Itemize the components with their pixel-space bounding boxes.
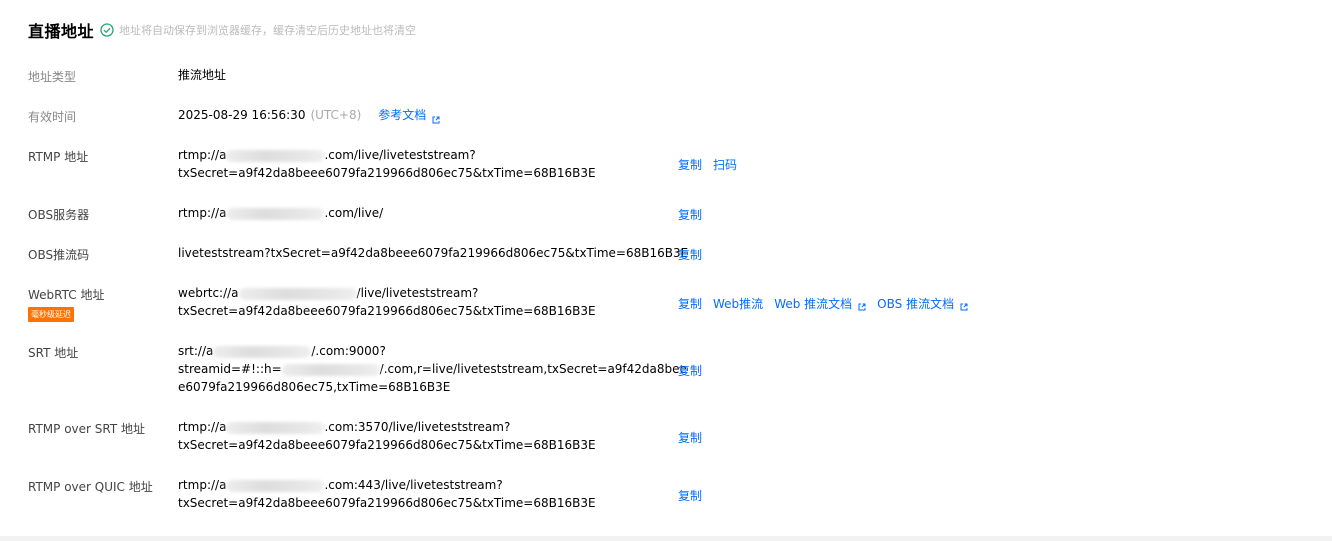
- webrtc-line2: txSecret=a9f42da8beee6079fa219966d806ec7…: [178, 304, 596, 318]
- srt-line2-suffix: /.com,r=live/liveteststream,txSecret=a9f…: [379, 362, 687, 376]
- rtmp-over-srt-label: RTMP over SRT 地址: [28, 422, 146, 436]
- rtmp-over-quic-actions: 复制: [678, 487, 713, 504]
- rtmp-value: rtmp://a .com/live/liveteststream? txSecr…: [178, 146, 596, 182]
- rtmp-over-srt-copy-button[interactable]: 复制: [678, 429, 702, 446]
- redacted-host: [226, 207, 325, 220]
- rtmp-over-quic-copy-button[interactable]: 复制: [678, 487, 702, 504]
- srt-line1-suffix: /.com:9000?: [311, 344, 386, 358]
- rtmp-over-srt-line2: txSecret=a9f42da8beee6079fa219966d806ec7…: [178, 438, 596, 452]
- web-push-doc-label: Web 推流文档: [774, 297, 853, 311]
- external-link-icon: [858, 300, 866, 310]
- obs-key-actions: 复制: [678, 246, 713, 263]
- obs-server-label: OBS服务器: [28, 208, 90, 222]
- webrtc-line1-suffix: /live/liveteststream?: [356, 286, 479, 300]
- rtmp-label: RTMP 地址: [28, 150, 89, 164]
- obs-server-suffix: .com/live/: [324, 206, 384, 220]
- address-type-label: 地址类型: [28, 70, 77, 84]
- redacted-host: [226, 479, 325, 492]
- web-push-button[interactable]: Web推流: [713, 295, 763, 312]
- obs-key-copy-button[interactable]: 复制: [678, 246, 702, 263]
- rtmp-over-quic-label: RTMP over QUIC 地址: [28, 480, 153, 494]
- web-push-doc-link[interactable]: Web 推流文档: [774, 295, 866, 312]
- obs-server-value: rtmp://a .com/live/: [178, 204, 383, 222]
- obs-push-doc-link[interactable]: OBS 推流文档: [877, 295, 968, 312]
- rtmp-line1-suffix: .com/live/liveteststream?: [324, 148, 476, 162]
- srt-line1-prefix: srt://a: [178, 344, 214, 358]
- address-type-value: 推流地址: [178, 68, 227, 82]
- rtmp-actions: 复制 扫码: [678, 156, 748, 173]
- bottom-divider: [0, 536, 1332, 541]
- obs-server-prefix: rtmp://a: [178, 206, 227, 220]
- header-hint: 地址将自动保存到浏览器缓存，缓存清空后历史地址也将清空: [119, 24, 417, 37]
- webrtc-label: WebRTC 地址: [28, 288, 105, 302]
- check-circle-icon: [100, 23, 114, 37]
- redacted-host: [238, 287, 357, 300]
- rtmp-over-srt-actions: 复制: [678, 429, 713, 446]
- rtmp-line1-prefix: rtmp://a: [178, 148, 227, 162]
- webrtc-copy-button[interactable]: 复制: [678, 295, 702, 312]
- timezone-label: (UTC+8): [310, 108, 362, 122]
- reference-doc-link[interactable]: 参考文档: [378, 106, 440, 124]
- srt-line2-prefix: streamid=#!::h=: [178, 362, 282, 376]
- redacted-host: [213, 345, 312, 358]
- rtmp-over-quic-value: rtmp://a .com:443/live/liveteststream? tx…: [178, 476, 596, 512]
- rtmp-over-srt-line1-suffix: .com:3570/live/liveteststream?: [324, 420, 511, 434]
- page-title: 直播地址: [28, 22, 95, 41]
- rtmp-over-quic-line1-suffix: .com:443/live/liveteststream?: [324, 478, 503, 492]
- valid-time-value: 2025-08-29 16:56:30: [178, 108, 306, 122]
- redacted-host: [226, 149, 325, 162]
- webrtc-value: webrtc://a/live/liveteststream? txSecret…: [178, 284, 596, 320]
- srt-label: SRT 地址: [28, 346, 79, 360]
- valid-time-label: 有效时间: [28, 110, 77, 124]
- rtmp-over-quic-line2: txSecret=a9f42da8beee6079fa219966d806ec7…: [178, 496, 596, 510]
- rtmp-over-srt-value: rtmp://a .com:3570/live/liveteststream? t…: [178, 418, 596, 454]
- live-address-panel: 直播地址 地址将自动保存到浏览器缓存，缓存清空后历史地址也将清空 地址类型 推流…: [0, 0, 1332, 541]
- redacted-host: [226, 421, 325, 434]
- obs-key-value: liveteststream?txSecret=a9f42da8beee6079…: [178, 246, 689, 260]
- srt-line3: e6079fa219966d806ec75,txTime=68B16B3E: [178, 380, 451, 394]
- rtmp-line2: txSecret=a9f42da8beee6079fa219966d806ec7…: [178, 166, 596, 180]
- obs-server-copy-button[interactable]: 复制: [678, 206, 702, 223]
- rtmp-over-quic-line1-prefix: rtmp://a: [178, 478, 227, 492]
- rtmp-copy-button[interactable]: 复制: [678, 156, 702, 173]
- reference-doc-label: 参考文档: [378, 108, 427, 122]
- srt-actions: 复制: [678, 362, 713, 379]
- valid-time-row: 2025-08-29 16:56:30 (UTC+8) 参考文档: [178, 106, 440, 124]
- rtmp-over-srt-line1-prefix: rtmp://a: [178, 420, 227, 434]
- srt-value: srt://a /.com:9000? streamid=#!::h= /.com,…: [178, 342, 687, 396]
- webrtc-line1-prefix: webrtc://a: [178, 286, 239, 300]
- external-link-icon: [432, 111, 440, 124]
- obs-server-actions: 复制: [678, 206, 713, 223]
- obs-push-doc-label: OBS 推流文档: [877, 297, 955, 311]
- srt-copy-button[interactable]: 复制: [678, 362, 702, 379]
- webrtc-actions: 复制 Web推流 Web 推流文档 OBS 推流文档: [678, 295, 979, 312]
- obs-key-label: OBS推流码: [28, 248, 90, 262]
- header: 直播地址 地址将自动保存到浏览器缓存，缓存清空后历史地址也将清空: [28, 18, 416, 42]
- redacted-host: [281, 363, 380, 376]
- latency-badge: 毫秒级延迟: [28, 307, 74, 322]
- external-link-icon: [960, 300, 968, 310]
- rtmp-scan-button[interactable]: 扫码: [713, 156, 737, 173]
